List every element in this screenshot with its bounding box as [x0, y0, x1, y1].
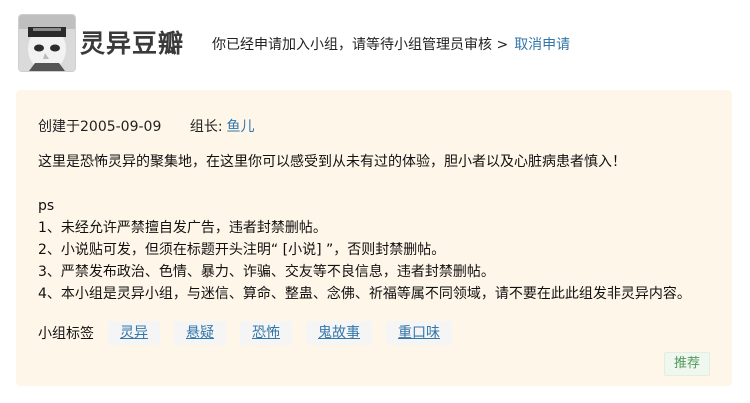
group-avatar[interactable] — [18, 14, 76, 72]
join-status: 你已经申请加入小组，请等待小组管理员审核 > 取消申请 — [212, 35, 570, 55]
header-watermark — [86, 10, 90, 24]
group-info-panel: 创建于2005-09-09 组长: 鱼儿 这里是恐怖灵异的聚集地，在这里你可以感受… — [16, 90, 732, 386]
tag-item[interactable]: 恐怖 — [240, 321, 292, 345]
tag-item[interactable]: 重口味 — [386, 321, 452, 345]
group-name: 灵异豆瓣 — [80, 29, 185, 58]
avatar-image — [19, 15, 75, 71]
intro-text: 这里是恐怖灵异的聚集地，在这里你可以感受到从未有过的体验，胆小者以及心脏病患者慎… — [38, 154, 626, 170]
recommend-button[interactable]: 推荐 — [663, 352, 710, 376]
tag-item[interactable]: 悬疑 — [174, 321, 226, 345]
group-tags: 小组标签 灵异 悬疑 恐怖 鬼故事 重口味 — [38, 320, 466, 346]
rule-item: 2、小说贴可发，但须在标题开头注明“ [小说] ”，否则封禁删帖。 — [38, 242, 446, 258]
ps-text: ps — [38, 198, 55, 214]
rule-item: 3、严禁发布政治、色情、暴力、诈骗、交友等不良信息，违者封禁删帖。 — [38, 264, 495, 280]
group-header: 灵异豆瓣 你已经申请加入小组，请等待小组管理员审核 > 取消申请 — [0, 0, 750, 86]
cancel-application-link[interactable]: 取消申请 — [514, 37, 570, 53]
tag-item[interactable]: 灵异 — [108, 321, 160, 345]
leader-label: 组长: — [189, 119, 223, 135]
join-status-text: 你已经申请加入小组，请等待小组管理员审核 > — [212, 37, 509, 53]
group-description: 这里是恐怖灵异的聚集地，在这里你可以感受到从未有过的体验，胆小者以及心脏病患者慎… — [38, 151, 691, 305]
created-date: 创建于2005-09-09 — [38, 119, 162, 135]
rule-item: 4、本小组是灵异小组，与迷信、算命、整蛊、念佛、祈福等属不同领域，请不要在此此组… — [38, 286, 691, 302]
rule-item: 1、未经允许严禁擅自发广告，违者封禁删帖。 — [38, 220, 327, 236]
group-meta: 创建于2005-09-09 组长: 鱼儿 — [38, 117, 255, 137]
tag-item[interactable]: 鬼故事 — [306, 321, 372, 345]
tags-label: 小组标签 — [38, 326, 94, 342]
leader-link[interactable]: 鱼儿 — [227, 119, 255, 135]
